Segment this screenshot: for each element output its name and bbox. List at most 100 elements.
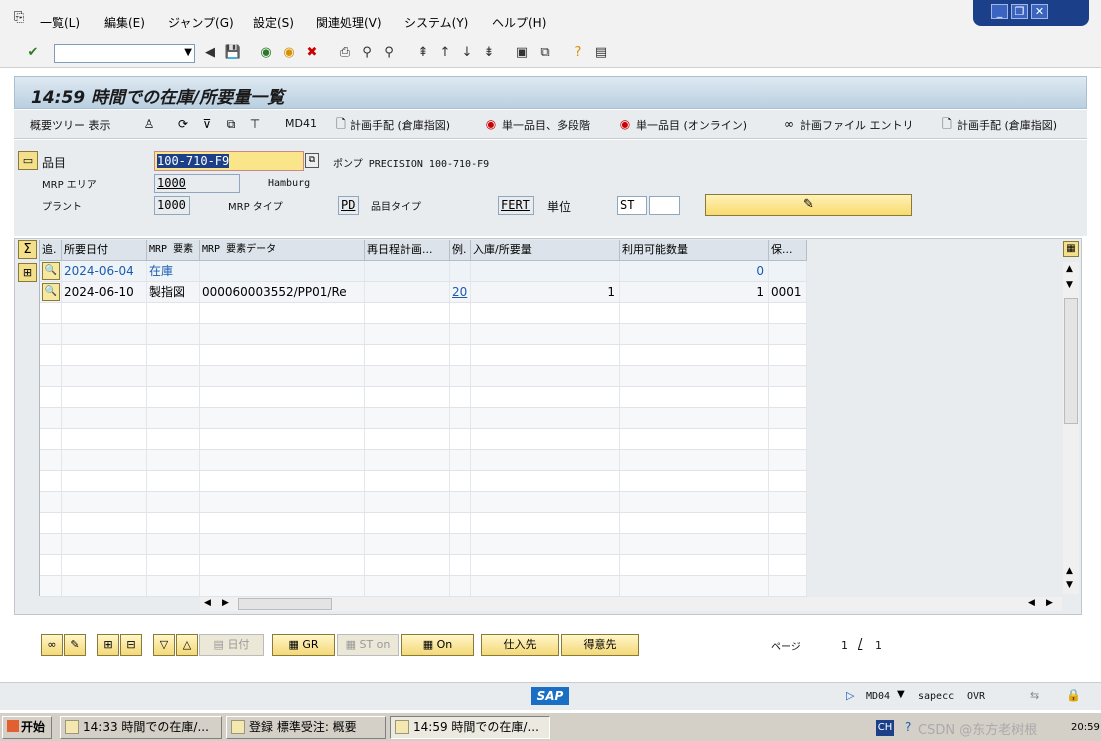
help-tray-icon[interactable]: ? (905, 720, 911, 734)
scroll-left-icon[interactable]: ◀ (204, 598, 211, 608)
sort-asc-button[interactable]: △ (176, 634, 198, 656)
next-page-icon[interactable]: ↓ (458, 44, 476, 62)
column-header-available-qty[interactable]: 利用可能数量 (620, 240, 769, 261)
new-session-icon[interactable]: ▣ (513, 44, 531, 62)
help-icon[interactable]: ? (569, 44, 587, 62)
refresh-icon[interactable]: ⟳ (174, 115, 192, 133)
menu-system[interactable]: システム(Y) (404, 14, 468, 31)
cancel-icon[interactable]: ✖ (303, 44, 321, 62)
gr-button[interactable]: ▦ GR (272, 634, 335, 656)
restore-icon[interactable]: ❐ (1011, 4, 1028, 19)
find-icon[interactable]: ⚲ (358, 44, 376, 62)
pencil-button[interactable]: ✎ (64, 634, 86, 656)
vendor-button[interactable]: 仕入先 (481, 634, 559, 656)
taskbar-window-3[interactable]: 14:59 時間での在庫/... (390, 716, 550, 739)
vertical-scroll-thumb[interactable] (1064, 298, 1078, 424)
taskbar-window-2[interactable]: 登録 標準受注: 概要 (226, 716, 386, 739)
edit-button[interactable]: ✎ (705, 194, 912, 216)
sum-button[interactable]: Σ (18, 240, 37, 259)
customer-button[interactable]: 得意先 (561, 634, 639, 656)
column-header-mrp-element[interactable]: MRP 要素 (147, 240, 200, 261)
first-page-icon[interactable]: ⇞ (414, 44, 432, 62)
menu-goto[interactable]: ジャンプ(G) (168, 14, 234, 31)
table-row[interactable]: 🔍 2024-06-04 在庫 0 (40, 261, 807, 282)
column-header-element-data[interactable]: MRP 要素データ (200, 240, 365, 261)
print-icon[interactable]: ⎙ (336, 44, 354, 62)
scroll-down-icon[interactable]: ▲ (1066, 566, 1073, 576)
planning-file-entry-button[interactable]: 計画ファイル エントリ (800, 117, 914, 133)
menu-settings[interactable]: 設定(S) (253, 14, 294, 31)
start-button[interactable]: 开始 (2, 716, 52, 739)
magnifier-icon[interactable]: 🔍 (42, 262, 60, 280)
collapse-all-button[interactable]: ⊟ (120, 634, 142, 656)
planned-order-button-2[interactable]: 計画手配 (倉庫指図) (957, 117, 1057, 133)
column-header-add[interactable]: 追. (40, 240, 62, 261)
single-item-online-button[interactable]: 単一品目 (オンライン) (636, 117, 747, 133)
scroll-right-icon-2[interactable]: ▶ (1046, 598, 1053, 608)
command-field[interactable]: ▼ (54, 44, 195, 63)
md41-button[interactable]: MD41 (285, 117, 317, 130)
vertical-scrollbar[interactable]: ▲ ▼ ▲ ▼ (1063, 262, 1079, 594)
person-icon[interactable]: ♙ (140, 115, 158, 133)
language-indicator[interactable]: CH (876, 720, 894, 736)
empty-cell (62, 303, 147, 323)
column-header-reschedule[interactable]: 再日程計画... (365, 240, 450, 261)
horizontal-scroll-thumb[interactable] (238, 598, 332, 610)
value-help-icon[interactable]: ⧉ (305, 153, 319, 168)
find-next-icon[interactable]: ⚲ (380, 44, 398, 62)
column-header-receipt-qty[interactable]: 入庫/所要量 (471, 240, 620, 261)
column-header-storage[interactable]: 保... (769, 240, 807, 261)
taskbar-window-1[interactable]: 14:33 時間での在庫/... (60, 716, 222, 739)
back-arrow-icon[interactable]: ◀ (201, 44, 219, 62)
close-icon[interactable]: ✕ (1031, 4, 1048, 19)
exception-cell[interactable]: 20 (450, 282, 471, 302)
empty-cell (200, 513, 365, 533)
menu-list[interactable]: 一覧(L) (40, 14, 80, 31)
shortcut-icon[interactable]: ⧉ (536, 44, 554, 62)
st-on-button[interactable]: ▦ ST on (337, 634, 399, 656)
planning-filter-icon[interactable]: ⊤ (246, 115, 264, 133)
last-page-icon[interactable]: ⇟ (480, 44, 498, 62)
play-icon[interactable]: ▷ (846, 689, 854, 702)
scroll-left-icon-2[interactable]: ◀ (1028, 598, 1035, 608)
menu-edit[interactable]: 編集(E) (104, 14, 145, 31)
previous-page-icon[interactable]: ↑ (436, 44, 454, 62)
single-item-multilevel-button[interactable]: 単一品目、多段階 (502, 117, 590, 133)
column-header-date[interactable]: 所要日付 (62, 240, 147, 261)
scroll-down-icon-2[interactable]: ▼ (1066, 580, 1073, 590)
minimize-icon[interactable]: _ (991, 4, 1008, 19)
empty-cell (365, 450, 450, 470)
empty-cell (769, 366, 807, 386)
copy-icon[interactable]: ⧉ (222, 115, 240, 133)
collapse-header-icon[interactable]: ▭ (18, 151, 38, 170)
back-icon[interactable]: ◉ (257, 44, 275, 62)
menu-help[interactable]: ヘルプ(H) (492, 14, 546, 31)
on-button[interactable]: ▦ On (401, 634, 474, 656)
column-header-exception[interactable]: 例. (450, 240, 471, 261)
layout-menu-icon[interactable]: ▤ (592, 44, 610, 62)
menu-environment[interactable]: 関連処理(V) (316, 14, 382, 31)
enter-icon[interactable]: ✔ (24, 44, 42, 62)
scroll-up-icon-2[interactable]: ▼ (1066, 280, 1073, 290)
hierarchy-button[interactable]: ⊞ (18, 263, 37, 282)
date-button[interactable]: ▤ 日付 (199, 634, 264, 656)
glasses-button[interactable]: ∞ (41, 634, 63, 656)
planned-order-button-1[interactable]: 計画手配 (倉庫指図) (350, 117, 450, 133)
horizontal-scrollbar[interactable]: ◀ ▶ ◀ ▶ (200, 597, 1062, 611)
scroll-right-icon[interactable]: ▶ (222, 598, 229, 608)
table-row[interactable]: 🔍 2024-06-10 製指図 000060003552/PP01/Re 20… (40, 282, 807, 303)
dropdown-icon[interactable]: ▼ (897, 689, 905, 700)
filter-icon[interactable]: ⊽ (198, 115, 216, 133)
expand-all-button[interactable]: ⊞ (97, 634, 119, 656)
empty-cell (365, 492, 450, 512)
sort-desc-button[interactable]: ▽ (153, 634, 175, 656)
exit-icon[interactable]: ◉ (280, 44, 298, 62)
menu-icon[interactable]: ⎘ (14, 10, 24, 25)
material-input[interactable]: 100-710-F9 (154, 151, 304, 171)
save-icon[interactable]: 💾 (224, 44, 242, 62)
scroll-up-icon[interactable]: ▲ (1066, 264, 1073, 274)
column-settings-icon[interactable]: ▦ (1063, 241, 1079, 257)
tree-display-button[interactable]: 概要ツリー 表示 (30, 117, 111, 133)
chevron-down-icon[interactable]: ▼ (184, 47, 192, 58)
magnifier-icon[interactable]: 🔍 (42, 283, 60, 301)
